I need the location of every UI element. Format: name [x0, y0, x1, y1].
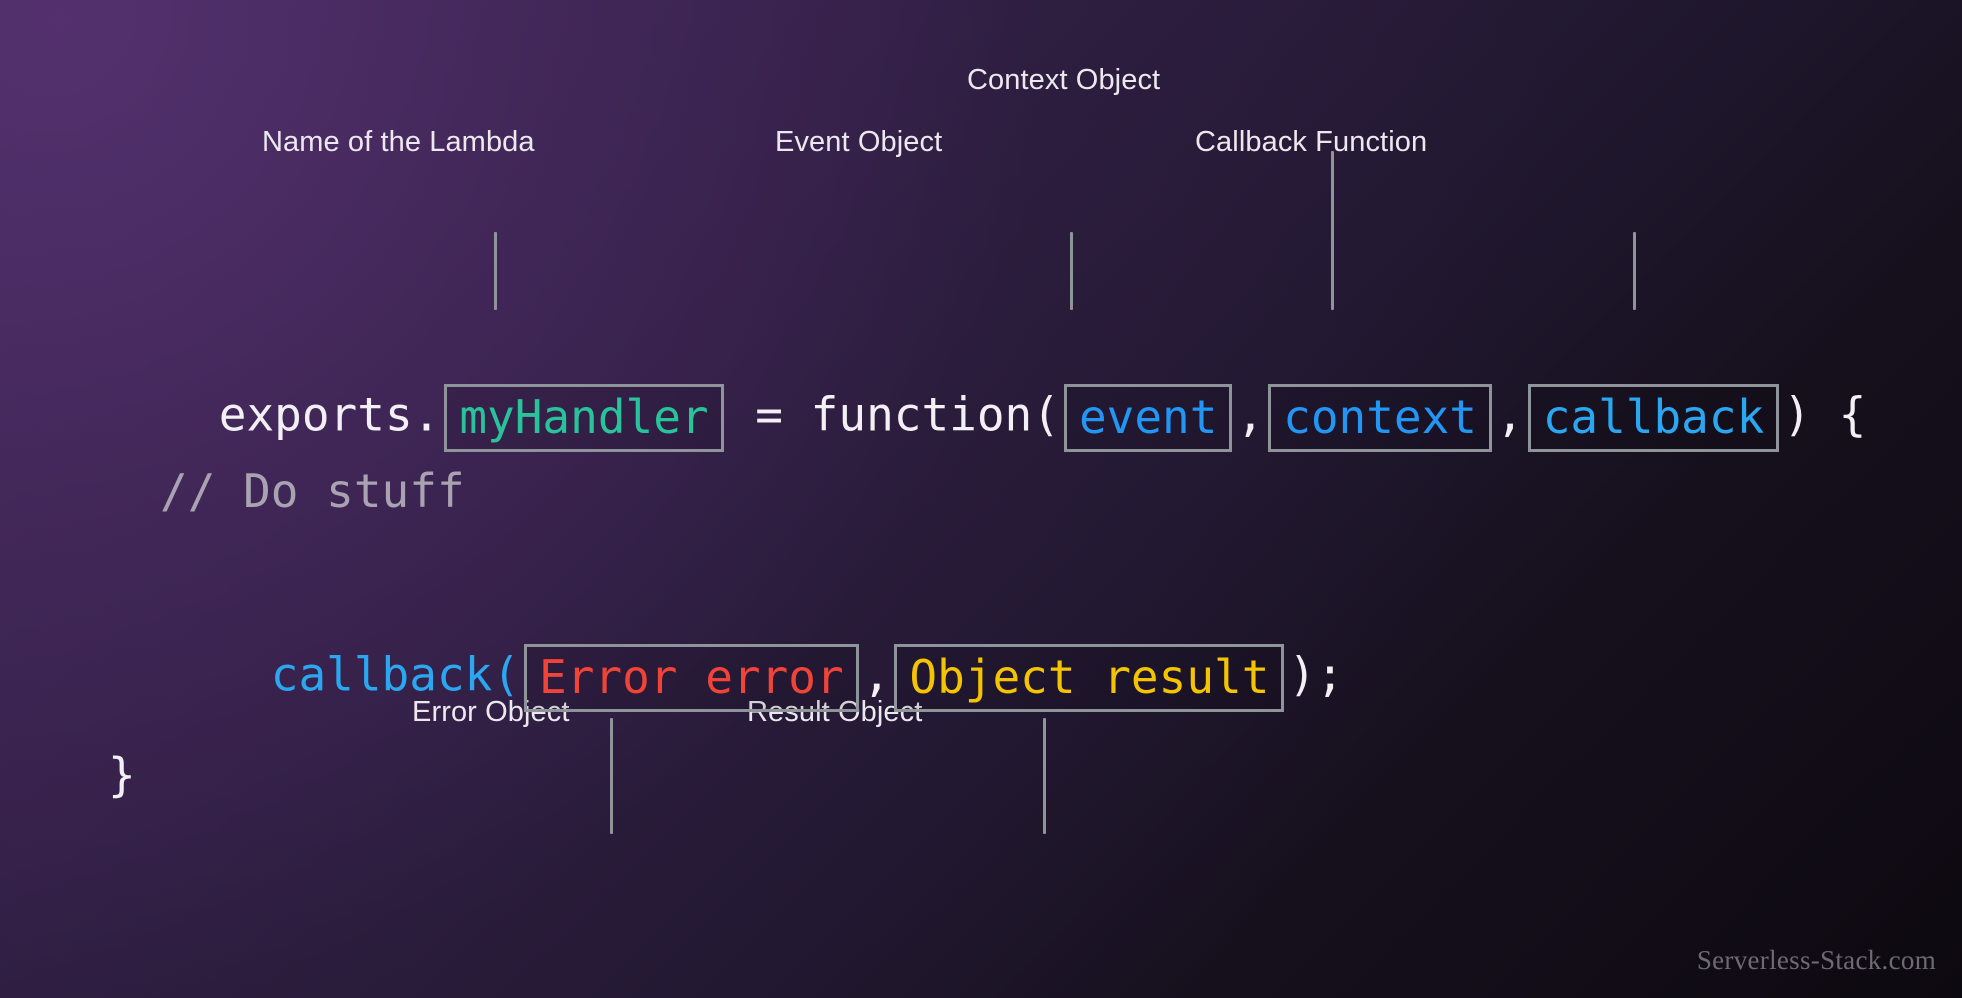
- code-assign-function: = function(: [727, 387, 1060, 442]
- code-open-body-brace: ) {: [1783, 387, 1867, 442]
- connector-line-callback-function: [1633, 232, 1636, 310]
- diagram-canvas: Name of the Lambda Event Object Context …: [0, 0, 1962, 998]
- code-comma-after-event: ,: [1236, 387, 1265, 442]
- code-comma-after-error: ,: [862, 647, 891, 702]
- code-box-param-event: event: [1063, 384, 1233, 452]
- label-context-object: Context Object: [967, 64, 1161, 96]
- connector-line-event-object: [1070, 232, 1073, 310]
- code-box-param-callback: callback: [1527, 384, 1780, 452]
- code-comma-after-context: ,: [1496, 387, 1524, 442]
- code-callback-call-tail: );: [1288, 647, 1344, 702]
- code-box-arg-result: Object result: [894, 644, 1285, 712]
- code-line-closing-brace: }: [108, 748, 136, 802]
- label-event-object: Event Object: [775, 126, 943, 158]
- watermark-serverless-stack: Serverless-Stack.com: [1696, 945, 1936, 975]
- code-box-handler-name: myHandler: [444, 384, 724, 452]
- code-callback-call: callback(: [270, 647, 521, 702]
- code-exports-prefix: exports.: [218, 387, 441, 442]
- code-box-param-context: context: [1268, 384, 1492, 452]
- label-callback-function: Callback Function: [1195, 126, 1428, 158]
- connector-line-context-object: [1331, 151, 1334, 310]
- connector-line-name-of-the-lambda: [494, 232, 497, 310]
- code-box-arg-error: Error error: [524, 644, 859, 712]
- label-name-of-the-lambda: Name of the Lambda: [262, 126, 535, 158]
- code-line-comment: // Do stuff: [160, 464, 465, 518]
- code-line-callback-invocation: callback(Error error, Object result);: [160, 598, 1344, 758]
